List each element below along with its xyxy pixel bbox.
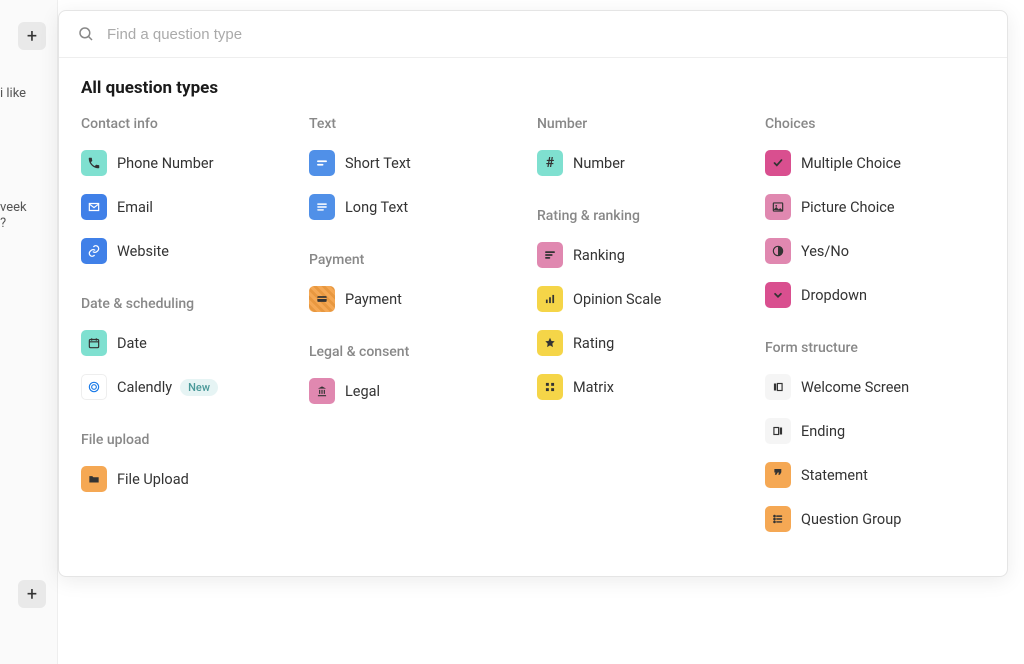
- type-email[interactable]: Email: [81, 190, 301, 224]
- category-header-rating: Rating & ranking: [537, 208, 757, 224]
- type-phone-number[interactable]: Phone Number: [81, 146, 301, 180]
- question-type-popover: All question types Contact info Phone Nu…: [58, 10, 1008, 577]
- email-icon: [81, 194, 107, 220]
- type-label: Opinion Scale: [573, 291, 661, 308]
- type-multiple-choice[interactable]: Multiple Choice: [765, 146, 985, 180]
- add-question-button-bottom[interactable]: +: [18, 580, 46, 608]
- type-label: Calendly: [117, 379, 172, 396]
- type-label: Email: [117, 199, 153, 216]
- type-label: Number: [573, 155, 625, 172]
- type-file-upload[interactable]: File Upload: [81, 462, 301, 496]
- list-icon: [765, 506, 791, 532]
- type-label: Dropdown: [801, 287, 867, 304]
- matrix-icon: [537, 374, 563, 400]
- type-calendly[interactable]: Calendly New: [81, 370, 301, 404]
- type-label: Yes/No: [801, 243, 849, 260]
- type-ranking[interactable]: Ranking: [537, 238, 757, 272]
- type-picture-choice[interactable]: Picture Choice: [765, 190, 985, 224]
- page-title: All question types: [81, 78, 985, 98]
- search-row: [59, 11, 1007, 58]
- add-question-button[interactable]: +: [18, 22, 46, 50]
- type-label: Welcome Screen: [801, 379, 909, 396]
- type-label: Short Text: [345, 155, 411, 172]
- half-circle-icon: [765, 238, 791, 264]
- category-header-choices: Choices: [765, 116, 985, 132]
- type-label: Legal: [345, 383, 380, 400]
- type-label: Matrix: [573, 379, 614, 396]
- type-short-text[interactable]: Short Text: [309, 146, 529, 180]
- type-payment[interactable]: Payment: [309, 282, 529, 316]
- type-opinion-scale[interactable]: Opinion Scale: [537, 282, 757, 316]
- type-welcome-screen[interactable]: Welcome Screen: [765, 370, 985, 404]
- folder-icon: [81, 466, 107, 492]
- hash-icon: #: [537, 150, 563, 176]
- type-dropdown[interactable]: Dropdown: [765, 278, 985, 312]
- ranking-icon: [537, 242, 563, 268]
- category-header-contact: Contact info: [81, 116, 301, 132]
- category-header-legal: Legal & consent: [309, 344, 529, 360]
- type-label: Statement: [801, 467, 868, 484]
- type-label: Picture Choice: [801, 199, 895, 216]
- calendar-icon: [81, 330, 107, 356]
- type-label: Website: [117, 243, 169, 260]
- search-icon: [77, 25, 95, 43]
- ending-icon: [765, 418, 791, 444]
- type-question-group[interactable]: Question Group: [765, 502, 985, 536]
- col-3: Number # Number Rating & ranking Ranking: [537, 116, 757, 546]
- sidebar-text: ?: [0, 216, 6, 231]
- type-rating[interactable]: Rating: [537, 326, 757, 360]
- sidebar-text: i like: [0, 86, 26, 101]
- category-header-structure: Form structure: [765, 340, 985, 356]
- phone-icon: [81, 150, 107, 176]
- type-label: Multiple Choice: [801, 155, 901, 172]
- type-statement[interactable]: ❞ Statement: [765, 458, 985, 492]
- col-1: Contact info Phone Number Email: [81, 116, 301, 546]
- type-date[interactable]: Date: [81, 326, 301, 360]
- category-header-file: File upload: [81, 432, 301, 448]
- category-header-text: Text: [309, 116, 529, 132]
- col-4: Choices Multiple Choice Picture Choice: [765, 116, 985, 546]
- type-label: Ranking: [573, 247, 625, 264]
- content: All question types Contact info Phone Nu…: [59, 58, 1007, 576]
- type-label: Phone Number: [117, 155, 214, 172]
- type-label: Long Text: [345, 199, 408, 216]
- type-label: File Upload: [117, 471, 189, 488]
- type-long-text[interactable]: Long Text: [309, 190, 529, 224]
- sidebar-text: veek: [0, 200, 27, 215]
- type-label: Question Group: [801, 511, 901, 528]
- category-header-date: Date & scheduling: [81, 296, 301, 312]
- calendly-icon: [81, 374, 107, 400]
- type-label: Ending: [801, 423, 845, 440]
- search-input[interactable]: [107, 26, 989, 43]
- type-legal[interactable]: Legal: [309, 374, 529, 408]
- type-website[interactable]: Website: [81, 234, 301, 268]
- type-yes-no[interactable]: Yes/No: [765, 234, 985, 268]
- sidebar: + i like veek ? +: [0, 0, 58, 664]
- welcome-icon: [765, 374, 791, 400]
- long-text-icon: [309, 194, 335, 220]
- image-icon: [765, 194, 791, 220]
- link-icon: [81, 238, 107, 264]
- star-icon: [537, 330, 563, 356]
- type-label: Rating: [573, 335, 614, 352]
- quote-icon: ❞: [765, 462, 791, 488]
- type-matrix[interactable]: Matrix: [537, 370, 757, 404]
- category-header-payment: Payment: [309, 252, 529, 268]
- type-number[interactable]: # Number: [537, 146, 757, 180]
- type-ending[interactable]: Ending: [765, 414, 985, 448]
- short-text-icon: [309, 150, 335, 176]
- type-label: Payment: [345, 291, 402, 308]
- col-2: Text Short Text Long Text Payment: [309, 116, 529, 546]
- type-label: Date: [117, 335, 147, 352]
- category-header-number: Number: [537, 116, 757, 132]
- bar-chart-icon: [537, 286, 563, 312]
- legal-icon: [309, 378, 335, 404]
- credit-card-icon: [309, 286, 335, 312]
- columns: Contact info Phone Number Email: [81, 116, 985, 546]
- new-badge: New: [180, 379, 218, 396]
- check-icon: [765, 150, 791, 176]
- chevron-down-icon: [765, 282, 791, 308]
